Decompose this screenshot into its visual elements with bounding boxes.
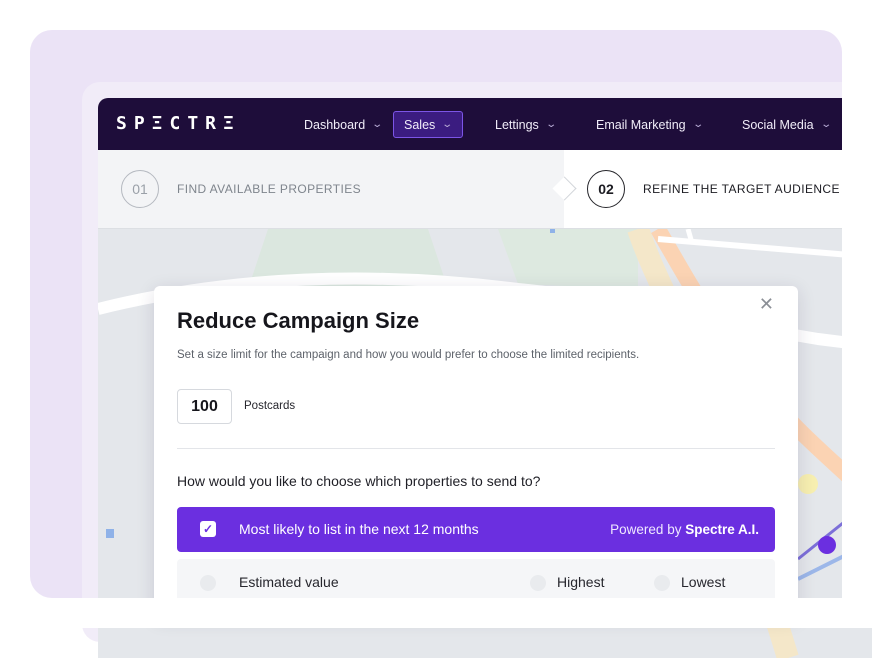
top-nav: SPΞCTRΞ Dashboard ⌄ Sales ⌄ Lettings ⌄ E…: [98, 98, 872, 150]
nav-item-label: Dashboard: [304, 117, 366, 132]
quantity-input[interactable]: 100: [177, 389, 232, 424]
quantity-unit: Postcards: [244, 400, 296, 412]
chevron-down-icon: ⌄: [545, 119, 557, 130]
selection-question: How would you like to choose which prope…: [177, 473, 541, 489]
reduce-campaign-modal: ✕ Reduce Campaign Size Set a size limit …: [154, 286, 798, 616]
choice-lowest-label: Lowest: [681, 574, 726, 590]
option-likely-to-list[interactable]: ✓ Most likely to list in the next 12 mon…: [177, 507, 775, 552]
checkbox-checked-icon[interactable]: ✓: [200, 521, 216, 537]
modal-title: Reduce Campaign Size: [177, 308, 420, 333]
step-label: REFINE THE TARGET AUDIENCE: [643, 182, 840, 196]
powered-prefix: Powered by: [610, 522, 682, 537]
radio-lowest[interactable]: [654, 575, 670, 591]
page-bottom-margin: [0, 598, 872, 628]
step-label: FIND AVAILABLE PROPERTIES: [177, 182, 362, 196]
step-find-properties[interactable]: 01 FIND AVAILABLE PROPERTIES: [98, 150, 564, 228]
option-label: Most likely to list in the next 12 month…: [239, 521, 479, 537]
step-number: 02: [587, 170, 625, 208]
chevron-down-icon: ⌄: [441, 119, 454, 130]
option-label: Estimated value: [239, 574, 339, 590]
radio-highest[interactable]: [530, 575, 546, 591]
step-number: 01: [121, 170, 159, 208]
checkbox-unchecked-icon[interactable]: [200, 575, 216, 591]
step-refine-audience[interactable]: 02 REFINE THE TARGET AUDIENCE: [564, 150, 872, 228]
choice-highest-label: Highest: [557, 574, 605, 590]
nav-item-sales[interactable]: Sales ⌄: [393, 111, 463, 138]
divider: [177, 448, 775, 449]
step-bar: 01 FIND AVAILABLE PROPERTIES 02 REFINE T…: [98, 150, 872, 229]
nav-item-social-media[interactable]: Social Media ⌄: [732, 111, 840, 138]
spectre-logo[interactable]: SPΞCTRΞ: [116, 113, 241, 134]
nav-item-dashboard[interactable]: Dashboard ⌄: [294, 111, 392, 138]
modal-subtitle: Set a size limit for the campaign and ho…: [177, 349, 640, 361]
chevron-down-icon: ⌄: [371, 119, 384, 130]
powered-by-label: Powered by Spectre A.I.: [610, 522, 759, 537]
nav-item-label: Sales: [404, 117, 436, 132]
nav-item-label: Email Marketing: [596, 117, 686, 132]
page-right-margin: [842, 0, 872, 628]
close-icon[interactable]: ✕: [759, 294, 774, 315]
nav-item-email-marketing[interactable]: Email Marketing ⌄: [586, 111, 712, 138]
nav-item-label: Social Media: [742, 117, 814, 132]
powered-brand: Spectre A.I.: [685, 522, 759, 537]
nav-item-label: Lettings: [495, 117, 539, 132]
chevron-down-icon: ⌄: [819, 119, 832, 130]
nav-item-lettings[interactable]: Lettings ⌄: [485, 111, 565, 138]
chevron-down-icon: ⌄: [691, 119, 704, 130]
